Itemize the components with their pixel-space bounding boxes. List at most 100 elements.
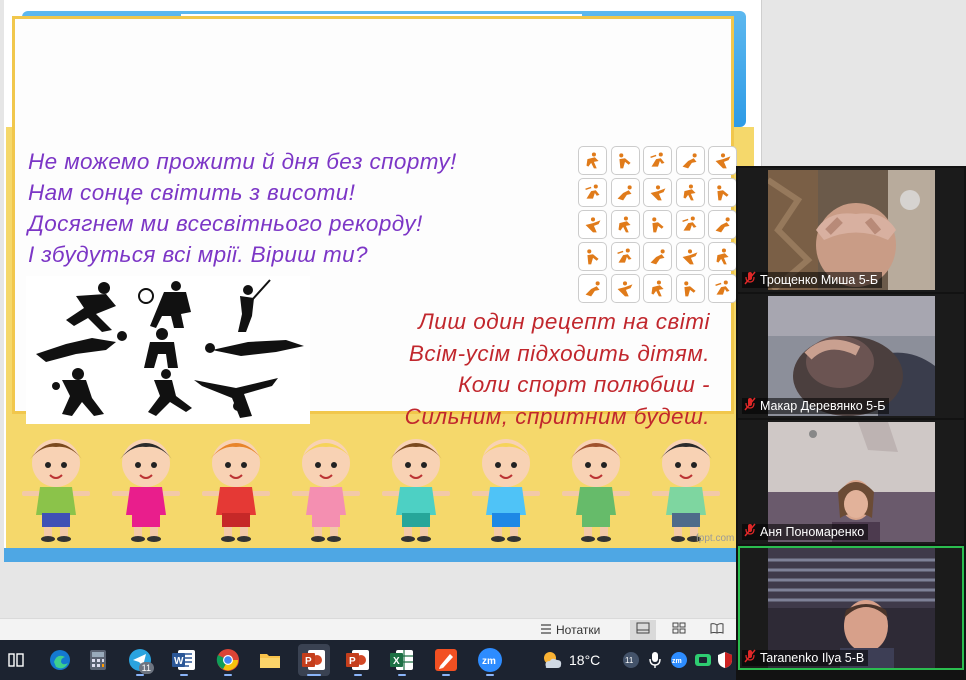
sport-pictogram-icon (675, 274, 705, 303)
participant-name: Макар Деревянко 5-Б (760, 399, 886, 413)
file-explorer-icon[interactable] (254, 644, 286, 676)
video-gallery-panel: Трощенко Миша 5-Б Макар Деревянко 5-Б Ан… (736, 166, 966, 680)
sport-pictogram-icon (643, 146, 672, 175)
participant-tile-active-speaker[interactable]: Taranenko Ilya 5-B (738, 546, 964, 670)
poem-line: І збудуться всі мрії. Віриш ти? (28, 242, 368, 267)
status-bar: Нотатки (0, 618, 766, 640)
participant-name-bar: Аня Пономаренко (742, 523, 869, 542)
sport-pictogram-icon (675, 178, 705, 207)
task-view-icon[interactable] (0, 644, 32, 676)
poem-line: Нам сонце світить з висоти! (28, 180, 356, 205)
muted-microphone-icon (744, 523, 756, 542)
app-tray-icon[interactable] (692, 644, 714, 676)
sport-pictogram-icon (643, 242, 672, 271)
slide-sorter-icon (672, 621, 686, 639)
sport-pictogram-icon (675, 242, 705, 271)
sport-pictogram-icon (578, 146, 607, 175)
zoom-icon[interactable]: zm (474, 644, 506, 676)
telegram-badge: 11 (138, 662, 154, 674)
cartoon-child (112, 439, 180, 542)
sport-pictogram-icon (708, 242, 737, 271)
powerpoint-icon[interactable]: P (342, 644, 374, 676)
participant-name: Трощенко Миша 5-Б (760, 273, 879, 287)
weather-temperature[interactable]: 18°C (569, 652, 600, 668)
participant-name: Аня Пономаренко (760, 525, 865, 539)
sport-pictogram-icon (610, 242, 640, 271)
cartoon-child (472, 439, 540, 542)
sport-pictogram-icon (578, 274, 607, 303)
sport-pictogram-icon (578, 242, 607, 271)
poem-block-purple[interactable]: Не можемо прожити й дня без спорту! Нам … (28, 146, 457, 270)
microphone-icon[interactable] (644, 644, 666, 676)
sport-pictogram-icon (578, 210, 607, 239)
poem-line: Коли спорт полюбиш - (458, 372, 710, 397)
sport-pictogram-icon (708, 274, 737, 303)
sport-silhouettes-image[interactable] (26, 276, 310, 424)
tray-badge: 11 (625, 656, 634, 665)
poem-line: Не можемо прожити й дня без спорту! (28, 149, 457, 174)
edge-icon[interactable] (44, 644, 76, 676)
svg-text:zm: zm (672, 658, 682, 665)
screen: Не можемо прожити й дня без спорту! Нам … (0, 0, 966, 680)
svg-text:P: P (305, 656, 312, 667)
powerpoint-icon[interactable]: P (298, 644, 330, 676)
sport-pictogram-icon (708, 178, 737, 207)
sport-pictogram-icon (708, 210, 737, 239)
participant-name: Taranenko Ilya 5-B (760, 651, 865, 665)
cartoon-child (202, 439, 270, 542)
poem-line: Всім-усім підходить дітям. (408, 340, 710, 366)
sport-pictogram-icon (675, 210, 705, 239)
notes-label: Нотатки (556, 623, 601, 637)
participant-tile[interactable]: Аня Пономаренко (738, 420, 964, 544)
sport-pictogram-icon (643, 274, 672, 303)
calculator-icon[interactable] (82, 644, 114, 676)
excel-icon[interactable]: X (386, 644, 418, 676)
participant-name-bar: Макар Деревянко 5-Б (742, 397, 890, 416)
notes-icon (540, 623, 552, 637)
cartoon-child (22, 439, 90, 542)
sport-pictogram-icon (708, 146, 737, 175)
cartoon-kids-image[interactable] (18, 425, 734, 545)
svg-text:X: X (393, 656, 400, 667)
cartoon-child (562, 439, 630, 542)
participant-tile[interactable]: Трощенко Миша 5-Б (738, 168, 964, 292)
muted-microphone-icon (744, 271, 756, 290)
normal-view-button[interactable] (630, 620, 656, 640)
zoom-tray-icon[interactable]: zm (668, 644, 690, 676)
slide-bottom-band (4, 548, 748, 562)
security-shield-icon[interactable] (714, 644, 736, 676)
normal-view-icon (636, 621, 650, 639)
sport-pictogram-icon (610, 178, 640, 207)
notes-button[interactable]: Нотатки (540, 621, 600, 639)
telegram-icon[interactable]: 11 (124, 644, 156, 676)
sport-pictogram-icon (675, 146, 705, 175)
cartoon-child (382, 439, 450, 542)
meet-now-icon[interactable]: 11 (620, 644, 642, 676)
sport-pictogram-icon (610, 146, 640, 175)
ink-icon[interactable] (430, 644, 462, 676)
sport-pictogram-icon (643, 178, 672, 207)
poem-block-red[interactable]: Лиш один рецепт на світі Всім-усім підхо… (318, 306, 710, 432)
participant-name-bar: Трощенко Миша 5-Б (742, 271, 883, 290)
participant-tile[interactable]: Макар Деревянко 5-Б (738, 294, 964, 418)
weather-icon[interactable] (536, 644, 568, 676)
sport-pictogram-icon (643, 210, 672, 239)
word-icon[interactable]: W (168, 644, 200, 676)
watermark: fppt.com (696, 533, 735, 544)
reading-view-icon (710, 621, 724, 639)
svg-text:P: P (349, 656, 356, 667)
sport-icons-grid (578, 146, 737, 303)
svg-text:zm: zm (482, 656, 496, 667)
chrome-icon[interactable] (212, 644, 244, 676)
slide-sorter-button[interactable] (666, 620, 692, 640)
poem-line: Лиш один рецепт на світі (418, 309, 710, 334)
poem-line: Досягнем ми всесвітнього рекорду! (28, 211, 423, 236)
sport-pictogram-icon (610, 274, 640, 303)
cartoon-child (652, 439, 720, 542)
sport-pictogram-icon (610, 210, 640, 239)
muted-microphone-icon (744, 397, 756, 416)
powerpoint-workspace: Не можемо прожити й дня без спорту! Нам … (0, 0, 766, 640)
reading-view-button[interactable] (704, 620, 730, 640)
sport-pictogram-icon (578, 178, 607, 207)
muted-microphone-icon (744, 649, 756, 668)
